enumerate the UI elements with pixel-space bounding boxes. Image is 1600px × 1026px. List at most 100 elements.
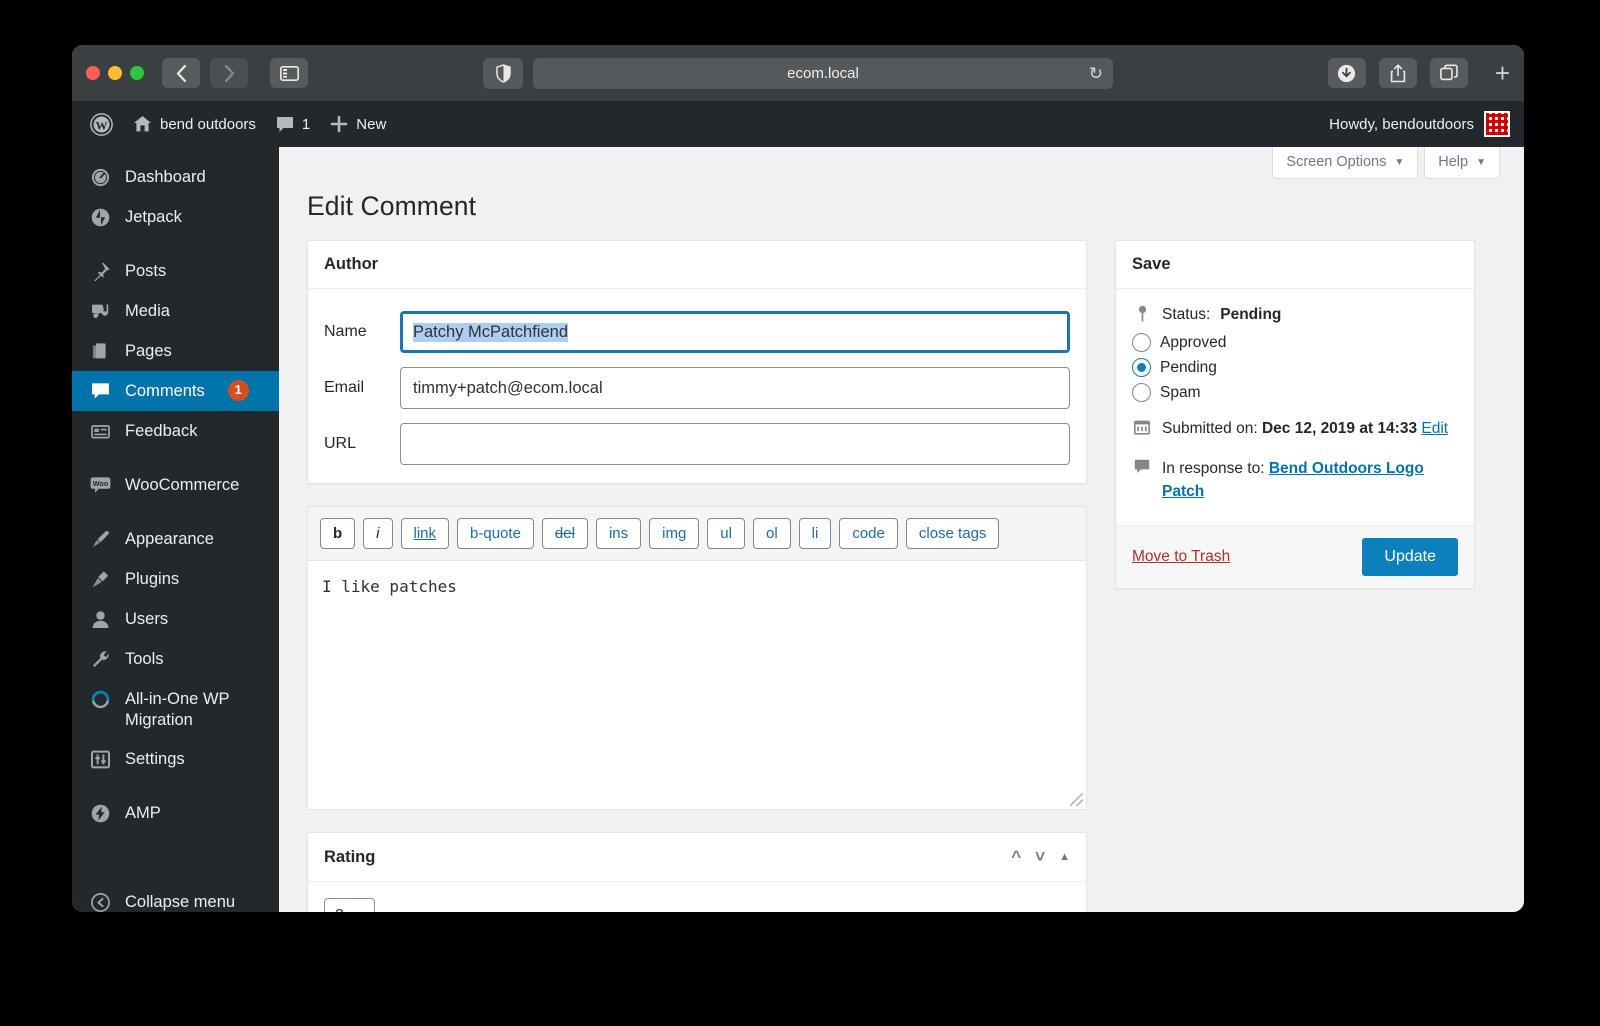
name-input[interactable]: Patchy McPatchfiend	[400, 311, 1070, 353]
sidebar-item-posts[interactable]: Posts	[72, 251, 279, 291]
sidebar-item-comments[interactable]: Comments 1	[72, 371, 279, 411]
screen-options-button[interactable]: Screen Options ▼	[1272, 147, 1419, 179]
sidebar-item-pages[interactable]: Pages	[72, 331, 279, 371]
sidebar-label: Tools	[125, 650, 164, 668]
submitted-line: Submitted on: Dec 12, 2019 at 14:33 Edit	[1132, 417, 1458, 440]
chevron-down-icon[interactable]: ˅	[1035, 847, 1045, 867]
new-content-label: New	[356, 115, 387, 133]
tab-overview-icon[interactable]	[1429, 58, 1468, 88]
collapse-menu-button[interactable]: Collapse menu	[72, 882, 279, 912]
migration-icon	[89, 688, 111, 710]
comment-bubble-icon	[1132, 457, 1152, 474]
quicktag-bquote-button[interactable]: b-quote	[457, 518, 534, 550]
quicktag-italic-button[interactable]: i	[363, 518, 393, 550]
status-option-pending[interactable]: Pending	[1132, 355, 1458, 380]
sidebar-item-woocommerce[interactable]: Woo WooCommerce	[72, 465, 279, 505]
quicktag-del-button[interactable]: del	[541, 518, 588, 550]
email-input[interactable]: timmy+patch@ecom.local	[400, 367, 1070, 409]
edit-date-link[interactable]: Edit	[1421, 420, 1448, 437]
sidebar-item-jetpack[interactable]: Jetpack	[72, 197, 279, 237]
adminbar-account[interactable]: Howdy, bendoutdoors	[1329, 111, 1524, 137]
radio-label: Approved	[1160, 333, 1227, 351]
brush-icon	[89, 528, 111, 550]
quicktag-ins-button[interactable]: ins	[595, 518, 642, 550]
quicktag-close-tags-button[interactable]: close tags	[905, 518, 1000, 550]
sidebar-item-dashboard[interactable]: Dashboard	[72, 157, 279, 197]
quicktag-ol-button[interactable]: ol	[752, 518, 791, 550]
help-button[interactable]: Help ▼	[1424, 147, 1500, 179]
response-text: In response to: Bend Outdoors Logo Patch	[1162, 457, 1458, 504]
quicktag-link-button[interactable]: link	[400, 518, 450, 550]
chevron-up-icon[interactable]: ^	[1011, 847, 1021, 867]
minimize-window-button[interactable]	[108, 66, 122, 80]
download-icon[interactable]	[1327, 58, 1366, 88]
sidebar-item-plugins[interactable]: Plugins	[72, 559, 279, 599]
plug-icon	[89, 568, 111, 590]
sidebar-item-amp[interactable]: AMP	[72, 793, 279, 833]
wordpress-logo-icon[interactable]: W	[80, 101, 123, 147]
quicktag-bold-button[interactable]: b	[320, 518, 356, 550]
radio-pending[interactable]	[1132, 358, 1151, 378]
sidebar-item-settings[interactable]: Settings	[72, 739, 279, 779]
status-value: Pending	[1220, 306, 1282, 323]
status-option-approved[interactable]: Approved	[1132, 330, 1458, 355]
radio-spam[interactable]	[1132, 383, 1151, 403]
sidebar-item-media[interactable]: Media	[72, 291, 279, 331]
sidebar-item-appearance[interactable]: Appearance	[72, 519, 279, 559]
sidebar-label: Users	[125, 610, 169, 628]
update-button[interactable]: Update	[1362, 538, 1458, 576]
email-input-value: timmy+patch@ecom.local	[413, 378, 603, 397]
sidebar-toggle-icon[interactable]	[270, 58, 308, 88]
collapse-arrow-icon	[89, 891, 111, 912]
status-line: Status: Pending	[1132, 303, 1458, 326]
svg-text:Woo: Woo	[92, 478, 108, 487]
comment-textarea[interactable]: I like patches	[308, 561, 1086, 810]
site-name-label: bend outdoors	[160, 115, 256, 133]
pages-icon	[89, 340, 111, 362]
sidebar-item-feedback[interactable]: Feedback	[72, 411, 279, 451]
url-input[interactable]	[400, 423, 1070, 465]
back-button[interactable]	[162, 58, 200, 88]
reload-icon[interactable]: ↻	[1089, 65, 1103, 82]
comment-text: I like patches	[322, 577, 457, 597]
pin-marker-icon	[1132, 303, 1152, 322]
save-body: Status: Pending Approved Pending Spam Su…	[1116, 289, 1474, 525]
sidebar-label: WooCommerce	[125, 476, 240, 494]
resize-handle[interactable]	[1070, 793, 1083, 807]
save-heading: Save	[1116, 241, 1474, 289]
status-option-spam[interactable]: Spam	[1132, 380, 1458, 405]
jetpack-icon	[89, 206, 111, 228]
sidebar-label: Appearance	[125, 530, 214, 548]
dashboard-icon	[89, 166, 111, 188]
new-tab-button[interactable]: +	[1481, 60, 1510, 86]
rating-select[interactable]: 3 ▼	[324, 898, 375, 912]
sidebar-label: Media	[125, 302, 170, 320]
share-icon[interactable]	[1378, 58, 1417, 88]
radio-approved[interactable]	[1132, 333, 1151, 353]
sidebar-item-all-in-one-wp-migration[interactable]: All-in-One WP Migration	[72, 679, 279, 739]
close-window-button[interactable]	[86, 66, 100, 80]
site-name-link[interactable]: bend outdoors	[123, 101, 266, 147]
quicktag-img-button[interactable]: img	[649, 518, 700, 550]
privacy-shield-icon[interactable]	[483, 57, 523, 89]
quicktag-ul-button[interactable]: ul	[707, 518, 745, 550]
sidebar-item-users[interactable]: Users	[72, 599, 279, 639]
quicktag-li-button[interactable]: li	[798, 518, 832, 550]
postbox-actions: ^ ˅ ▲	[1011, 847, 1070, 867]
new-content-button[interactable]: New	[320, 101, 396, 147]
url-bar[interactable]: ecom.local ↻	[533, 57, 1113, 89]
quicktag-code-button[interactable]: code	[839, 518, 898, 550]
move-to-trash-link[interactable]: Move to Trash	[1132, 548, 1230, 566]
sidebar-item-tools[interactable]: Tools	[72, 639, 279, 679]
adminbar-comments-link[interactable]: 1	[266, 101, 320, 147]
name-label: Name	[324, 323, 367, 340]
maximize-window-button[interactable]	[130, 66, 144, 80]
svg-text:W: W	[96, 118, 108, 132]
avatar[interactable]	[1484, 111, 1510, 137]
admin-sidebar-menu: Dashboard Jetpack Posts Media Pages Comm…	[72, 147, 279, 912]
sidebar-label: Posts	[125, 262, 167, 280]
triangle-up-icon[interactable]: ▲	[1059, 851, 1070, 863]
comment-bubble-icon	[89, 380, 111, 402]
forward-button[interactable]	[210, 58, 248, 88]
radio-label: Pending	[1160, 358, 1217, 376]
